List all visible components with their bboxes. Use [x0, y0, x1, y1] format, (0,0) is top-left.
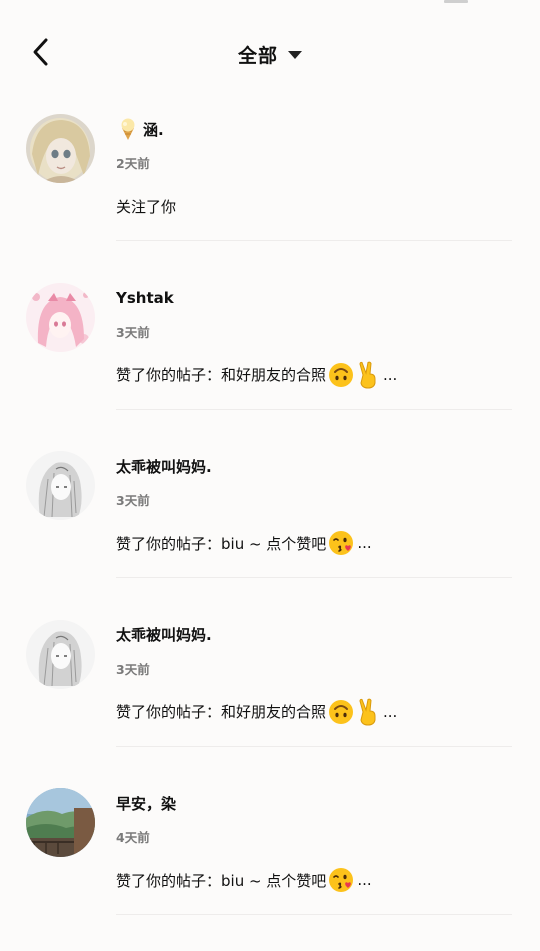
notification-text: 赞了你的帖子：和好朋友的合照 ...: [116, 698, 397, 726]
action-text: 赞了你的帖子：和好朋友的合照: [116, 366, 327, 384]
timestamp: 3天前: [116, 324, 150, 340]
notification-item[interactable]: Yshtak 3天前 赞了你的帖子：和好朋友的合照 ...: [0, 277, 540, 446]
divider: [116, 240, 512, 241]
user-name[interactable]: 涵.: [116, 116, 164, 142]
ellipsis: ...: [383, 365, 398, 384]
notification-item[interactable]: 太乖被叫妈妈. 3天前 赞了你的帖子：和好朋友的合照 ...: [0, 614, 540, 783]
timestamp: 2天前: [116, 156, 150, 171]
face-blowing-kiss-icon: [329, 868, 354, 892]
timestamp: 3天前: [116, 493, 150, 508]
ellipsis: ...: [357, 871, 372, 889]
notification-list: 涵. 2天前 关注了你 Yshtak 3天前 赞了你的帖子：和好朋友的合照 ..…: [0, 108, 540, 951]
filter-dropdown[interactable]: 全部: [0, 38, 540, 70]
notification-text: 赞了你的帖子：biu ~ 点个赞吧 ...: [116, 866, 372, 894]
timestamp: 4天前: [116, 830, 150, 845]
user-name-text: 太乖被叫妈妈.: [116, 626, 212, 644]
page-title: 全部: [237, 44, 278, 67]
user-name-text: 涵.: [143, 120, 164, 139]
avatar[interactable]: [26, 619, 95, 689]
action-text: 关注了你: [116, 197, 177, 216]
victory-hand-icon: [359, 361, 376, 389]
notification-text: 关注了你: [116, 192, 176, 220]
divider: [116, 408, 512, 410]
action-text: 赞了你的帖子：biu ~ 点个赞吧: [116, 534, 327, 553]
avatar[interactable]: [26, 451, 95, 520]
divider: [116, 914, 512, 915]
user-name-text: 太乖被叫妈妈.: [116, 457, 212, 476]
ellipsis: ...: [357, 534, 372, 552]
header: 全部: [0, 0, 540, 100]
user-name[interactable]: 早安，染: [116, 790, 176, 816]
victory-hand-icon: [359, 698, 376, 726]
ice-cream-icon: [116, 117, 140, 141]
action-text: 赞了你的帖子：biu ~ 点个赞吧: [116, 871, 327, 890]
avatar[interactable]: [26, 788, 95, 857]
user-name-text: 早安，染: [116, 794, 177, 813]
notification-item[interactable]: 早安，染 4天前 赞了你的帖子：biu ~ 点个赞吧 ...: [0, 782, 540, 951]
upside-down-face-icon: [329, 362, 354, 387]
ellipsis: ...: [383, 702, 398, 721]
action-text: 赞了你的帖子：和好朋友的合照: [116, 703, 327, 721]
user-name[interactable]: 太乖被叫妈妈.: [116, 622, 212, 648]
notification-item[interactable]: 涵. 2天前 关注了你: [0, 108, 540, 277]
notification-text: 赞了你的帖子：和好朋友的合照 ...: [116, 361, 397, 389]
face-blowing-kiss-icon: [329, 531, 354, 555]
upside-down-face-icon: [329, 699, 354, 724]
user-name[interactable]: 太乖被叫妈妈.: [116, 453, 212, 479]
notification-text: 赞了你的帖子：biu ~ 点个赞吧 ...: [116, 529, 372, 557]
user-name[interactable]: Yshtak: [116, 285, 174, 311]
avatar[interactable]: [26, 114, 95, 183]
avatar[interactable]: [26, 282, 95, 352]
timestamp: 3天前: [116, 661, 150, 677]
caret-down-icon: [288, 50, 302, 60]
notification-item[interactable]: 太乖被叫妈妈. 3天前 赞了你的帖子：biu ~ 点个赞吧 ...: [0, 445, 540, 614]
divider: [116, 577, 512, 578]
user-name-text: Yshtak: [116, 288, 174, 307]
divider: [116, 745, 512, 747]
